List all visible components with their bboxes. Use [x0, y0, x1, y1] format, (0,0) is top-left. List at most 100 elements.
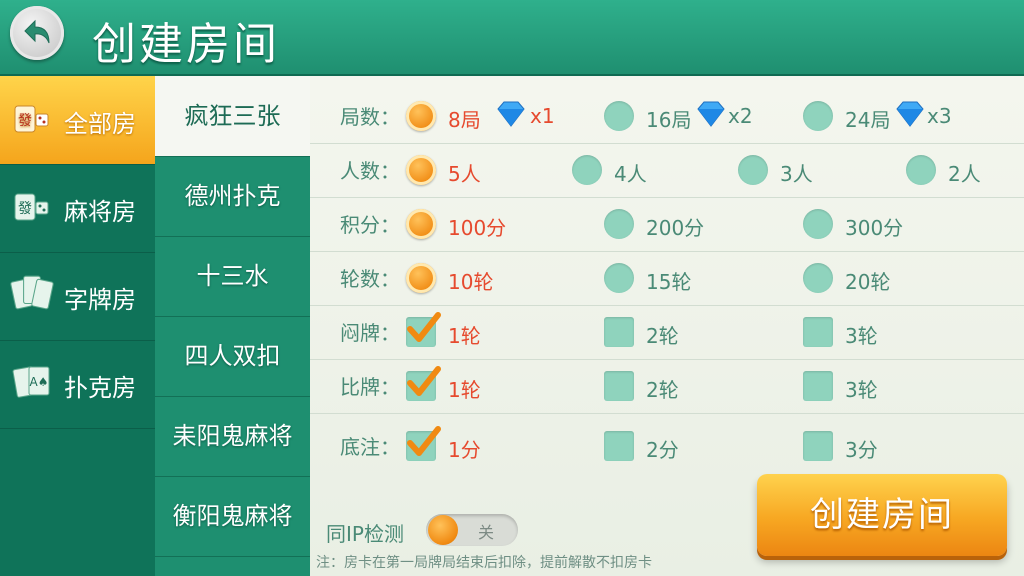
radio-icon — [406, 209, 436, 239]
option-label: 轮数： — [340, 267, 400, 291]
checkbox-icon — [406, 312, 441, 347]
radio-icon — [906, 155, 936, 185]
zipai-cards-icon — [10, 275, 54, 310]
sidebar-item-label: 扑克房 — [64, 374, 136, 402]
option-text: 16局 — [646, 108, 692, 132]
sidebar-item-label: 全部房 — [64, 110, 136, 138]
sidebar-item-label: 字牌房 — [64, 286, 136, 314]
room-category-sidebar: 發 全部房 發 麻将房 字牌房 A♠ 扑克房 — [0, 76, 155, 576]
option-text: 100分 — [448, 216, 507, 240]
checkmark-icon — [407, 312, 441, 342]
option-row-ante: 底注： 1分 2分 3分 — [310, 419, 1024, 473]
multiplier-text: x1 — [530, 104, 555, 128]
sidebar-item-mahjong-rooms[interactable]: 發 麻将房 — [0, 164, 155, 253]
option-text: 5人 — [448, 162, 481, 186]
option-text: 2人 — [948, 162, 981, 186]
option-text: 1轮 — [448, 324, 481, 348]
header-bar: 创建房间 — [0, 0, 1024, 76]
option-text: 1轮 — [448, 378, 481, 402]
sidebar-item-all-rooms[interactable]: 發 全部房 — [0, 76, 155, 165]
multiplier-text: x3 — [927, 104, 952, 128]
option-row-points: 积分： 100分 200分 300分 — [310, 197, 1024, 252]
option-text: 20轮 — [845, 270, 891, 294]
create-room-button[interactable]: 创建房间 — [757, 474, 1007, 556]
room-card-note: 注：房卡在第一局牌局结束后扣除，提前解散不扣房卡 — [316, 555, 652, 571]
diamond-icon — [497, 101, 525, 127]
radio-icon — [572, 155, 602, 185]
option-text: 3分 — [845, 438, 878, 462]
sidebar-item-poker-rooms[interactable]: A♠ 扑克房 — [0, 340, 155, 429]
svg-text:發: 發 — [18, 201, 32, 217]
toggle-knob — [428, 515, 458, 545]
checkbox-icon — [406, 366, 441, 401]
radio-icon — [604, 263, 634, 293]
radio-icon — [738, 155, 768, 185]
option-row-blind: 闷牌： 1轮 2轮 3轮 — [310, 305, 1024, 360]
checkmark-icon — [407, 366, 441, 396]
ip-check-label: 同IP检测 — [326, 522, 404, 546]
game-item-four-double-kou[interactable]: 四人双扣 — [155, 316, 310, 397]
radio-icon — [406, 155, 436, 185]
poker-cards-icon: A♠ — [12, 366, 50, 398]
radio-icon — [406, 101, 436, 131]
diamond-icon — [697, 101, 725, 127]
option-text: 10轮 — [448, 270, 494, 294]
option-text: 3轮 — [845, 378, 878, 402]
game-item-leiyang-ghost-mahjong[interactable]: 耒阳鬼麻将 — [155, 396, 310, 477]
option-text: 3人 — [780, 162, 813, 186]
option-label: 局数： — [340, 105, 400, 129]
option-label: 人数： — [340, 159, 400, 183]
game-list: 疯狂三张 德州扑克 十三水 四人双扣 耒阳鬼麻将 衡阳鬼麻将 — [155, 76, 310, 576]
option-label: 比牌： — [340, 375, 400, 399]
game-item-crazy-three[interactable]: 疯狂三张 — [155, 76, 310, 157]
option-text: 24局 — [845, 108, 891, 132]
back-arrow-icon — [24, 19, 50, 44]
ip-check-toggle[interactable]: 关 — [426, 514, 518, 546]
radio-icon — [406, 263, 436, 293]
option-text: 3轮 — [845, 324, 878, 348]
option-text: 300分 — [845, 216, 904, 240]
option-row-players: 人数： 5人 4人 3人 2人 — [310, 143, 1024, 198]
option-label: 底注： — [340, 435, 400, 459]
checkbox-icon — [803, 317, 833, 347]
diamond-icon — [896, 101, 924, 127]
page-title: 创建房间 — [92, 19, 280, 70]
sidebar-item-zipai-rooms[interactable]: 字牌房 — [0, 252, 155, 341]
option-text: 15轮 — [646, 270, 692, 294]
checkmark-icon — [407, 426, 441, 456]
checkbox-icon — [406, 426, 441, 461]
option-row-rounds: 局数： 8局 x1 16局 x2 24局 x3 — [310, 89, 1024, 144]
radio-icon — [604, 209, 634, 239]
svg-text:發: 發 — [18, 113, 32, 129]
game-item-hengyang-ghost-mahjong[interactable]: 衡阳鬼麻将 — [155, 476, 310, 557]
checkbox-icon — [604, 431, 634, 461]
mahjong-tile-icon: 發 — [14, 193, 49, 221]
back-button[interactable] — [10, 6, 64, 60]
option-text: 2分 — [646, 438, 679, 462]
radio-icon — [803, 101, 833, 131]
sidebar-item-label: 麻将房 — [64, 198, 136, 226]
multiplier-text: x2 — [728, 104, 753, 128]
mahjong-tile-icon: 發 — [14, 105, 49, 133]
option-row-compare: 比牌： 1轮 2轮 3轮 — [310, 359, 1024, 414]
game-item-texas-holdem[interactable]: 德州扑克 — [155, 156, 310, 237]
option-text: 4人 — [614, 162, 647, 186]
option-row-turns: 轮数： 10轮 15轮 20轮 — [310, 251, 1024, 306]
svg-text:A♠: A♠ — [30, 375, 49, 389]
option-label: 积分： — [340, 213, 400, 237]
option-label: 闷牌： — [340, 321, 400, 345]
option-text: 8局 — [448, 108, 481, 132]
toggle-state-label: 关 — [478, 523, 495, 542]
checkbox-icon — [803, 431, 833, 461]
radio-icon — [803, 209, 833, 239]
option-text: 2轮 — [646, 378, 679, 402]
radio-icon — [604, 101, 634, 131]
checkbox-icon — [604, 317, 634, 347]
option-text: 200分 — [646, 216, 705, 240]
game-item-thirteen-water[interactable]: 十三水 — [155, 236, 310, 317]
checkbox-icon — [604, 371, 634, 401]
option-text: 2轮 — [646, 324, 679, 348]
checkbox-icon — [803, 371, 833, 401]
option-text: 1分 — [448, 438, 481, 462]
radio-icon — [803, 263, 833, 293]
